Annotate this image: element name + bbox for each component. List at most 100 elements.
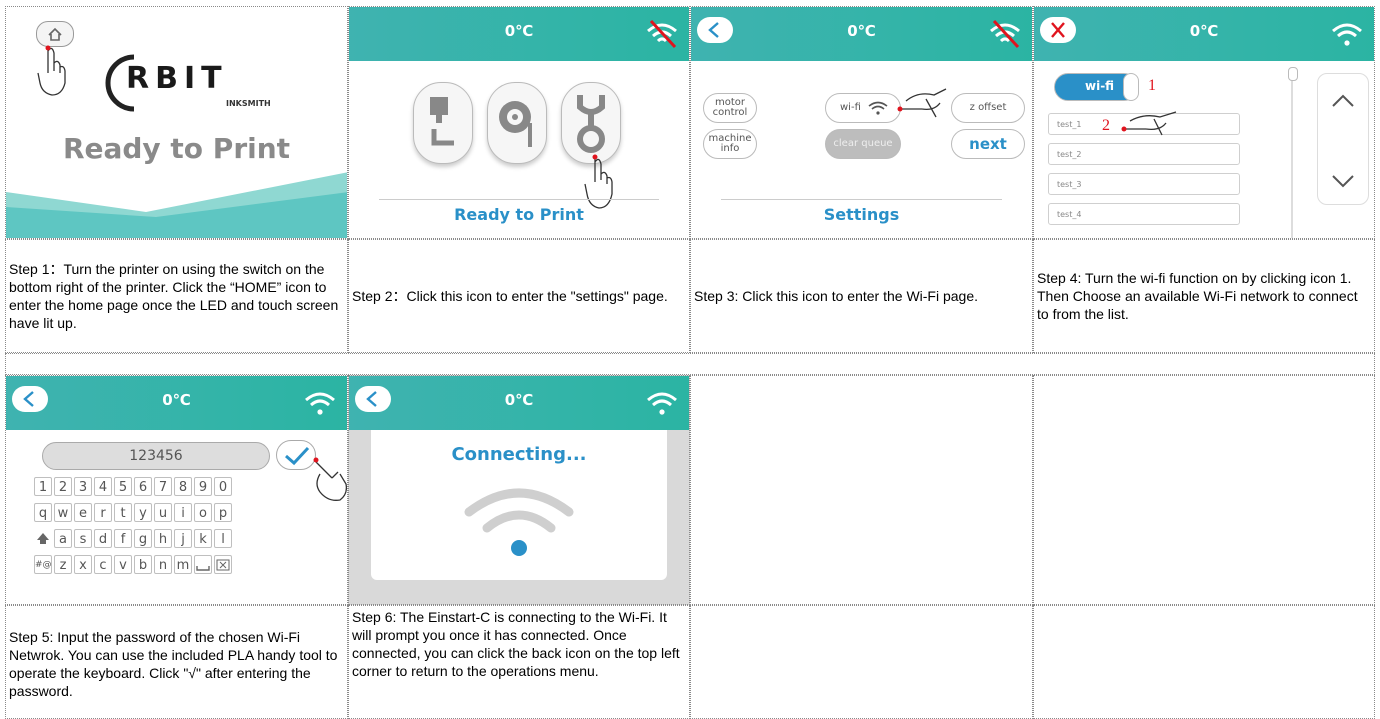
key[interactable]: g bbox=[134, 529, 152, 548]
hand-pointer-icon bbox=[897, 88, 947, 118]
z-offset-button[interactable]: z offset bbox=[951, 93, 1025, 123]
password-field[interactable]: 123456 bbox=[42, 442, 270, 470]
key[interactable]: p bbox=[214, 503, 232, 522]
printer-head-icon bbox=[430, 97, 454, 146]
wifi-off-icon bbox=[647, 19, 677, 49]
key[interactable]: 6 bbox=[134, 477, 152, 496]
key[interactable]: m bbox=[174, 555, 192, 574]
key[interactable]: 9 bbox=[194, 477, 212, 496]
empty-cell bbox=[1033, 605, 1375, 719]
key[interactable]: 0 bbox=[214, 477, 232, 496]
key[interactable]: f bbox=[114, 529, 132, 548]
backspace-key[interactable] bbox=[214, 555, 232, 574]
key[interactable]: r bbox=[94, 503, 112, 522]
shift-icon bbox=[37, 533, 49, 544]
key[interactable]: n bbox=[154, 555, 172, 574]
network-name: test_3 bbox=[1057, 180, 1082, 189]
key[interactable]: v bbox=[114, 555, 132, 574]
empty-cell bbox=[1033, 375, 1375, 605]
wifi-button-label: wi-fi bbox=[840, 102, 861, 113]
key[interactable]: y bbox=[134, 503, 152, 522]
top-bar: 0℃ bbox=[349, 7, 689, 61]
chevron-down-icon[interactable] bbox=[1318, 160, 1368, 200]
chevron-up-icon[interactable] bbox=[1318, 82, 1368, 122]
checkmark-icon bbox=[285, 446, 310, 466]
key[interactable]: x bbox=[74, 555, 92, 574]
key[interactable]: l bbox=[214, 529, 232, 548]
temperature: 0℃ bbox=[504, 391, 534, 409]
key[interactable]: c bbox=[94, 555, 112, 574]
key[interactable]: u bbox=[154, 503, 172, 522]
key[interactable]: 5 bbox=[114, 477, 132, 496]
key[interactable]: 3 bbox=[74, 477, 92, 496]
backspace-icon bbox=[216, 559, 230, 571]
key[interactable]: t bbox=[114, 503, 132, 522]
top-bar: 0℃ bbox=[691, 7, 1032, 61]
key[interactable]: h bbox=[154, 529, 172, 548]
key[interactable]: 7 bbox=[154, 477, 172, 496]
scroll-pad bbox=[1317, 73, 1369, 205]
shift-key[interactable] bbox=[34, 529, 52, 548]
key[interactable]: a bbox=[54, 529, 72, 548]
key[interactable]: z bbox=[54, 555, 72, 574]
wifi-icon bbox=[305, 392, 335, 415]
motor-control-button[interactable]: motor control bbox=[703, 93, 757, 123]
caption-step-1: Step 1：Turn the printer on using the swi… bbox=[5, 239, 348, 353]
key[interactable]: j bbox=[174, 529, 192, 548]
confirm-button[interactable] bbox=[276, 440, 316, 470]
wifi-toggle[interactable]: wi-fi bbox=[1054, 73, 1139, 101]
screen-wifi: 0℃ wi-fi 1 test_1 test_2 test_3 test_4 2 bbox=[1033, 6, 1375, 239]
screen-main: 0℃ Ready to Print bbox=[348, 6, 690, 239]
filament-button[interactable] bbox=[487, 82, 547, 164]
wifi-toggle-label: wi-fi bbox=[1085, 79, 1115, 93]
key[interactable]: w bbox=[54, 503, 72, 522]
space-key[interactable] bbox=[194, 555, 212, 574]
clear-queue-button[interactable]: clear queue bbox=[825, 129, 901, 159]
keyboard-row-3: asdfghjkl bbox=[33, 528, 233, 549]
network-item[interactable]: test_4 bbox=[1048, 203, 1240, 225]
key[interactable]: 8 bbox=[174, 477, 192, 496]
filament-spool-icon bbox=[499, 101, 532, 147]
hand-pointer-icon bbox=[37, 45, 66, 96]
wifi-off-icon bbox=[990, 19, 1020, 49]
next-button[interactable]: next bbox=[951, 129, 1025, 159]
key[interactable]: 2 bbox=[54, 477, 72, 496]
top-bar: 0℃ bbox=[6, 376, 347, 430]
print-button[interactable] bbox=[413, 82, 473, 164]
network-name: test_4 bbox=[1057, 210, 1082, 219]
hand-pointer-icon bbox=[584, 154, 613, 209]
temperature: 0℃ bbox=[847, 22, 876, 40]
key[interactable]: d bbox=[94, 529, 112, 548]
hand-pointer-icon bbox=[313, 457, 347, 501]
scroll-thumb[interactable] bbox=[1288, 67, 1298, 81]
key[interactable]: i bbox=[174, 503, 192, 522]
space-icon bbox=[196, 566, 210, 571]
connecting-dialog: Connecting... bbox=[371, 430, 667, 580]
temperature: 0℃ bbox=[504, 22, 534, 40]
keyboard-row-1: 1234567890 bbox=[33, 476, 233, 497]
network-item[interactable]: test_3 bbox=[1048, 173, 1240, 195]
caption-step-3: Step 3: Click this icon to enter the Wi-… bbox=[690, 239, 1033, 353]
page-title: Settings bbox=[823, 205, 900, 224]
key[interactable]: k bbox=[194, 529, 212, 548]
key[interactable]: o bbox=[194, 503, 212, 522]
wifi-button[interactable]: wi-fi bbox=[825, 93, 901, 123]
empty-cell bbox=[690, 605, 1033, 719]
top-bar: 0℃ bbox=[349, 376, 689, 430]
key[interactable]: 1 bbox=[34, 477, 52, 496]
symbols-key[interactable]: #@ bbox=[34, 555, 52, 574]
network-item[interactable]: test_2 bbox=[1048, 143, 1240, 165]
scrollbar[interactable] bbox=[1291, 69, 1293, 238]
brand-logo: RBIT bbox=[126, 61, 228, 96]
divider bbox=[379, 199, 659, 200]
key[interactable]: e bbox=[74, 503, 92, 522]
key[interactable]: b bbox=[134, 555, 152, 574]
machine-info-button[interactable]: machine info bbox=[703, 129, 757, 159]
key[interactable]: 4 bbox=[94, 477, 112, 496]
temperature: 0℃ bbox=[162, 391, 191, 409]
screen-settings: 0℃ motor control machine info wi-fi clea… bbox=[690, 6, 1033, 239]
key[interactable]: s bbox=[74, 529, 92, 548]
wifi-icon bbox=[647, 392, 677, 415]
key[interactable]: q bbox=[34, 503, 52, 522]
caption-step-2: Step 2：Click this icon to enter the "set… bbox=[348, 239, 690, 353]
